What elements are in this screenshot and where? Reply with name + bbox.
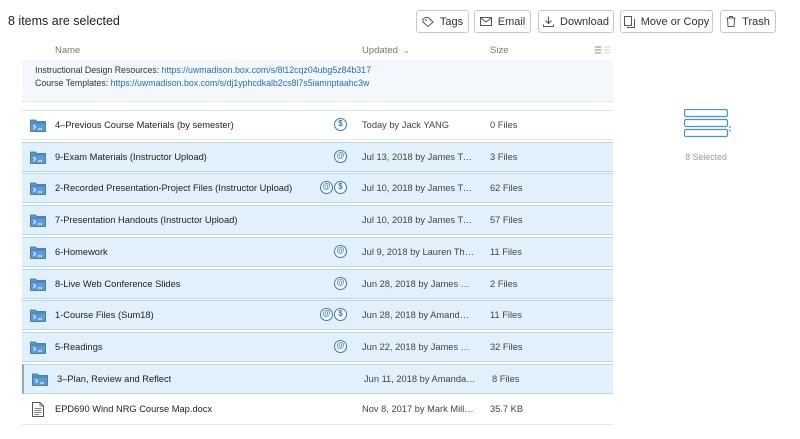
copy-icon: [623, 15, 635, 28]
list-header: Name Updated ⌄ Size: [22, 42, 613, 60]
item-name[interactable]: 3–Plan, Review and Reflect: [57, 374, 171, 384]
trash-label: Trash: [742, 15, 770, 28]
trash-icon: [726, 16, 736, 27]
chevron-down-icon: ⌄: [403, 48, 410, 55]
list-item[interactable]: 5-Readings @ Jun 22, 2018 by James Tinj… 32…: [22, 331, 613, 362]
item-name[interactable]: 9-Exam Materials (Instructor Upload): [55, 152, 207, 162]
item-updated: Jul 10, 2018 by James Tinjum: [362, 215, 474, 226]
selection-toolbar: 8 items are selected Tags Email Download…: [0, 0, 800, 42]
description-line-1: Instructional Design Resources: https://…: [35, 65, 371, 75]
column-updated[interactable]: Updated ⌄: [362, 45, 409, 56]
list-item[interactable]: 1-Course Files (Sum18) @ $ Jun 28, 2018 by …: [22, 300, 613, 331]
folder-icon: [32, 373, 48, 389]
tag-icon: [422, 16, 434, 27]
selected-count-text: 8 Selected: [685, 152, 727, 162]
dollar-badge-icon[interactable]: $: [334, 118, 347, 131]
item-name[interactable]: 6-Homework: [55, 247, 108, 257]
list-item[interactable]: 2-Recorded Presentation-Project Files (I…: [22, 173, 613, 204]
envelope-icon: [479, 17, 492, 26]
dollar-badge-icon[interactable]: $: [334, 308, 347, 322]
collab-badge-icon[interactable]: @: [320, 181, 333, 195]
item-updated: Jul 9, 2018 by Lauren Thom…: [362, 246, 474, 257]
folder-icon: [30, 182, 46, 198]
item-updated: Jun 28, 2018 by James Tinj…: [362, 278, 474, 289]
folder-icon: [30, 151, 46, 167]
folder-icon: [30, 119, 46, 135]
list-item[interactable]: 3–Plan, Review and Reflect Jun 11, 2018 b…: [22, 363, 613, 394]
item-name[interactable]: 4–Previous Course Materials (by semester…: [55, 120, 234, 130]
column-updated-label: Updated: [362, 45, 398, 56]
item-updated: Jul 10, 2018 by James Tinjum: [362, 183, 474, 194]
move-copy-button[interactable]: Move or Copy: [620, 10, 713, 33]
design-resources-link[interactable]: https://uwmadison.box.com/s/8l12cqz04ubg…: [162, 65, 371, 75]
item-updated: Jul 13, 2018 by James Tinjum: [362, 151, 474, 162]
course-templates-link[interactable]: https://uwmadison.box.com/s/dj1yphcdkalb…: [111, 78, 370, 88]
item-size: 35.7 KB: [490, 404, 524, 415]
item-updated: Jun 11, 2018 by Amanda Re…: [364, 373, 476, 384]
dollar-badge-icon[interactable]: $: [334, 181, 347, 195]
collab-badge-icon[interactable]: @: [334, 276, 347, 290]
item-size: 0 Files: [490, 120, 518, 130]
item-size: 57 Files: [490, 215, 523, 226]
item-name[interactable]: EPD690 Wind NRG Course Map.docx: [55, 404, 212, 414]
collab-badge-icon[interactable]: @: [334, 149, 347, 163]
item-size: 11 Files: [490, 246, 522, 257]
item-size: 62 Files: [490, 183, 523, 194]
folder-icon: [30, 214, 46, 230]
item-name[interactable]: 8-Live Web Conference Slides: [55, 279, 180, 289]
collab-badge-icon[interactable]: @: [334, 244, 347, 258]
list-item[interactable]: 8-Live Web Conference Slides @ Jun 28, 201…: [22, 268, 613, 299]
collab-badge-icon[interactable]: @: [334, 339, 347, 353]
item-size: 11 Files: [490, 310, 522, 321]
selection-sidebar: 8 Selected: [632, 60, 800, 439]
item-name[interactable]: 2-Recorded Presentation-Project Files (I…: [55, 183, 292, 193]
description-label-1: Instructional Design Resources:: [35, 65, 160, 75]
selection-count-title: 8 items are selected: [8, 14, 120, 28]
list-item[interactable]: 4–Previous Course Materials (by semester…: [22, 110, 613, 140]
document-icon: [32, 402, 44, 420]
list-item[interactable]: EPD690 Wind NRG Course Map.docx Nov 8, 20…: [22, 395, 613, 426]
multi-select-icon: [683, 108, 732, 142]
folder-icon: [30, 246, 46, 262]
column-size[interactable]: Size: [490, 45, 508, 56]
list-view-icon[interactable]: [595, 46, 610, 57]
move-copy-label: Move or Copy: [640, 15, 710, 28]
collab-badge-icon[interactable]: @: [320, 308, 333, 322]
trash-button[interactable]: Trash: [720, 10, 776, 33]
folder-icon: [30, 309, 46, 325]
item-size: 3 Files: [490, 151, 518, 162]
tags-label: Tags: [439, 15, 464, 28]
list-item[interactable]: 6-Homework @ Jul 9, 2018 by Lauren Thom… 11…: [22, 236, 613, 267]
item-name[interactable]: 7-Presentation Handouts (Instructor Uplo…: [55, 215, 237, 225]
list-item[interactable]: 9-Exam Materials (Instructor Upload) @ Jul…: [22, 141, 613, 172]
item-name[interactable]: 1-Course Files (Sum18): [55, 310, 154, 320]
item-updated: Nov 8, 2017 by Mark Millard: [362, 404, 474, 415]
item-updated: Today by Jack YANG: [362, 120, 449, 130]
item-size: 2 Files: [490, 278, 518, 289]
description-label-2: Course Templates:: [35, 78, 109, 88]
column-name[interactable]: Name: [55, 45, 80, 56]
tags-button[interactable]: Tags: [416, 10, 469, 33]
folder-icon: [30, 278, 46, 294]
folder-icon: [30, 341, 46, 357]
item-updated: Jun 28, 2018 by Amanda Re…: [362, 310, 474, 321]
download-icon: [543, 16, 555, 27]
download-label: Download: [560, 15, 609, 28]
email-label: Email: [497, 15, 526, 28]
email-button[interactable]: Email: [474, 10, 531, 33]
item-updated: Jun 22, 2018 by James Tinj…: [362, 341, 474, 352]
folder-description: Instructional Design Resources: https://…: [22, 60, 613, 102]
item-name[interactable]: 5-Readings: [55, 342, 103, 352]
item-size: 8 Files: [492, 373, 520, 384]
description-line-2: Course Templates: https://uwmadison.box.…: [35, 78, 369, 88]
list-item[interactable]: 7-Presentation Handouts (Instructor Uplo…: [22, 205, 613, 236]
download-button[interactable]: Download: [538, 10, 614, 33]
item-size: 32 Files: [490, 341, 523, 352]
